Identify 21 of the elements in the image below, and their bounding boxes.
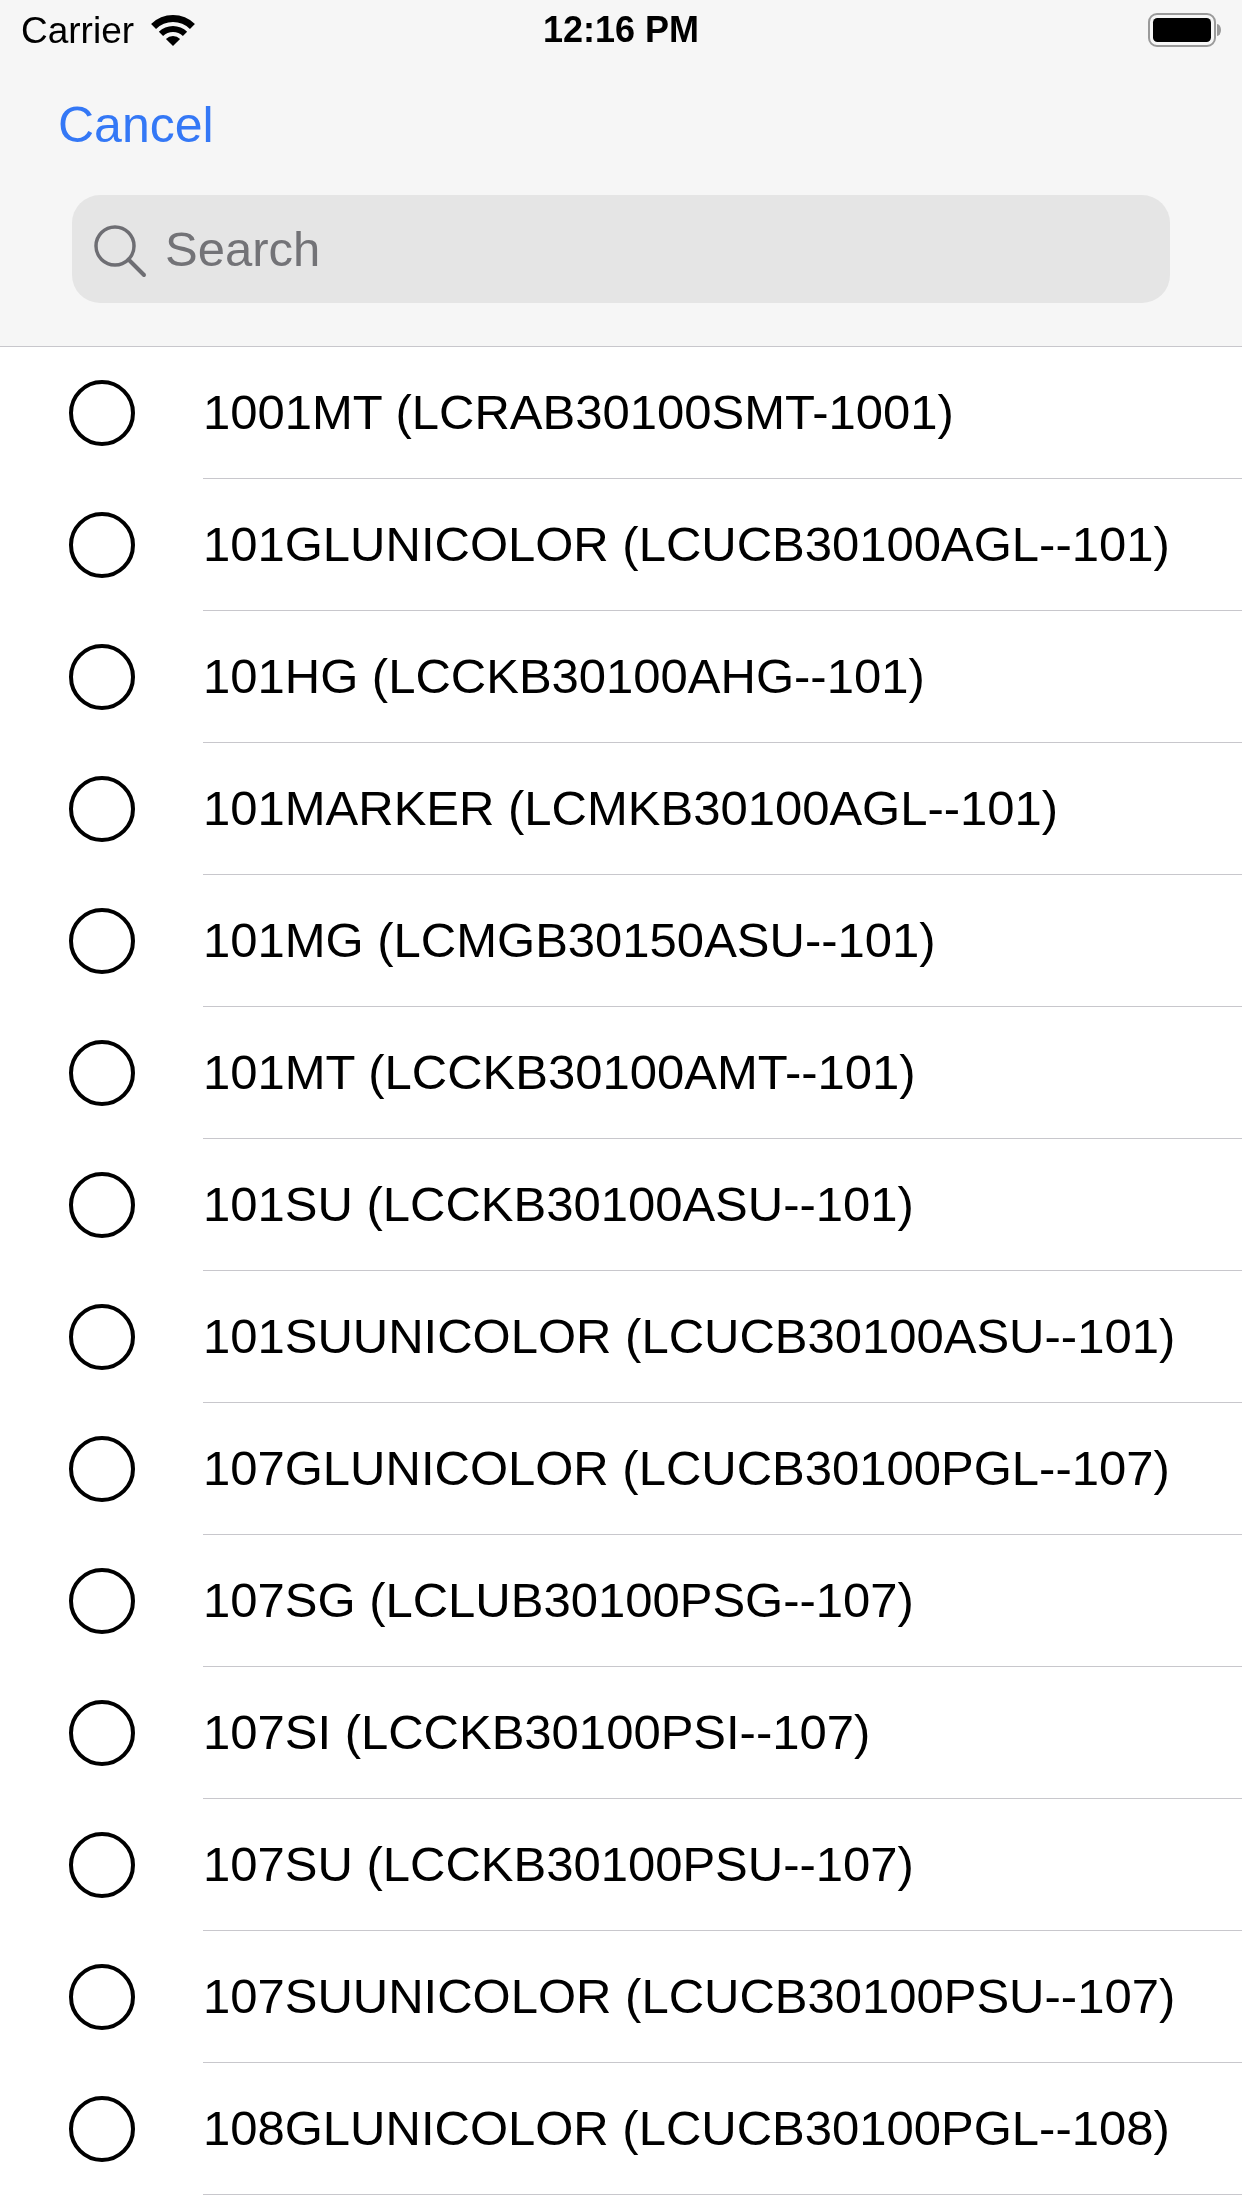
option-label[interactable]: 101HG (LCCKB30100AHG--101) <box>203 652 925 701</box>
status-time: 12:16 PM <box>542 12 700 48</box>
option-label[interactable]: 101MG (LCMGB30150ASU--101) <box>203 916 936 965</box>
wifi-icon <box>150 14 197 46</box>
option-label[interactable]: 107SU (LCCKB30100PSU--107) <box>203 1840 914 1889</box>
option-label[interactable]: 107SG (LCLUB30100PSG--107) <box>203 1576 914 1625</box>
option-label[interactable]: 107GLUNICOLOR (LCUCB30100PGL--107) <box>203 1444 1170 1493</box>
search-field[interactable]: Search <box>72 195 1170 303</box>
option-label[interactable]: 101GLUNICOLOR (LCUCB30100AGL--101) <box>203 520 1170 569</box>
option-label[interactable]: 101MT (LCCKB30100AMT--101) <box>203 1048 916 1097</box>
cancel-button[interactable]: Cancel <box>58 100 214 150</box>
option-label[interactable]: 1001MT (LCRAB30100SMT-1001) <box>203 388 954 437</box>
option-label[interactable]: 101MARKER (LCMKB30100AGL--101) <box>203 784 1059 833</box>
option-label[interactable]: 101SU (LCCKB30100ASU--101) <box>203 1180 914 1229</box>
option-label[interactable]: 107SI (LCCKB30100PSI--107) <box>203 1708 871 1757</box>
option-label[interactable]: 107SUUNICOLOR (LCUCB30100PSU--107) <box>203 1972 1176 2021</box>
option-label[interactable]: 108GLUNICOLOR (LCUCB30100PGL--108) <box>203 2104 1170 2153</box>
carrier-label: Carrier <box>21 11 135 49</box>
option-label[interactable]: 101SUUNICOLOR (LCUCB30100ASU--101) <box>203 1312 1176 1361</box>
battery-icon <box>1148 13 1221 47</box>
search-icon <box>93 224 147 278</box>
